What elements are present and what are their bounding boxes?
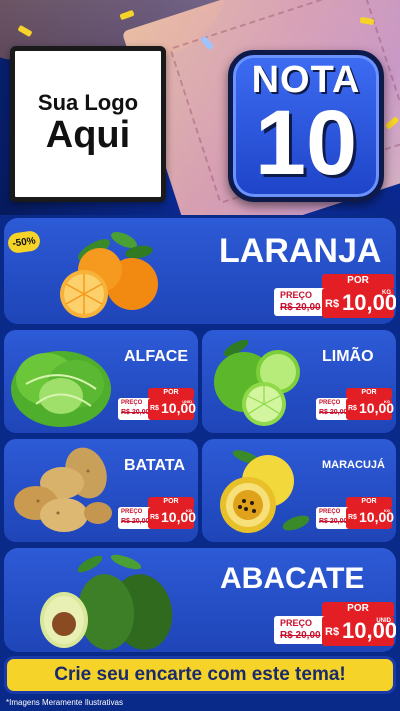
- new-price: R$ 10,00 KG: [346, 398, 394, 420]
- product-name: BATATA: [124, 457, 186, 474]
- por-label: POR: [346, 388, 392, 398]
- unit-label: KG: [382, 290, 391, 296]
- preco-label: PREÇO: [121, 400, 143, 406]
- product-name: LIMÃO: [322, 348, 374, 365]
- product-name: ABACATE: [220, 562, 365, 595]
- preco-label: PREÇO: [280, 618, 313, 628]
- nota-10-badge: NOTA 10: [228, 50, 384, 202]
- por-label: POR: [322, 274, 394, 288]
- logo-text-line2: Aqui: [45, 114, 131, 157]
- currency: R$: [325, 626, 340, 638]
- price-tag: POR PREÇO R$ 20,00 R$ 10,00 UNID: [118, 388, 196, 422]
- product-name: ALFACE: [124, 348, 188, 365]
- badge-number: 10: [254, 92, 358, 194]
- old-price: R$ 20,00: [280, 302, 321, 313]
- por-label: POR: [346, 497, 392, 507]
- product-card-batata[interactable]: BATATA POR PREÇO R$ 20,00 R$ 10,00 KG: [4, 439, 198, 542]
- old-price: R$ 20,00: [280, 630, 321, 641]
- unit-label: UNID: [182, 399, 192, 404]
- preco-label: PREÇO: [319, 400, 341, 406]
- old-price: R$ 20,00: [121, 409, 150, 416]
- product-card-limao[interactable]: LIMÃO POR PREÇO R$ 20,00 R$ 10,00 KG: [202, 330, 396, 433]
- old-price: R$ 20,00: [319, 409, 348, 416]
- product-card-maracuja[interactable]: MARACUJÁ POR PREÇO R$ 20,00 R$ 10,00 KG: [202, 439, 396, 542]
- logo-placeholder[interactable]: Sua Logo Aqui: [10, 46, 166, 202]
- unit-label: UNID: [376, 618, 391, 624]
- new-price: R$ 10,00 KG: [148, 507, 196, 529]
- new-price: R$ 10,00 KG: [322, 288, 396, 318]
- unit-label: KG: [186, 508, 192, 513]
- por-label: POR: [148, 497, 194, 507]
- passion-fruit-icon: [220, 450, 310, 533]
- avocado-icon: [40, 554, 173, 650]
- currency: R$: [325, 298, 340, 310]
- footnote: *Imagens Meramente Ilustrativas: [6, 698, 123, 707]
- lettuce-icon: [11, 351, 111, 427]
- old-price: R$ 20,00: [319, 518, 348, 525]
- potato-icon: [14, 447, 112, 532]
- por-label: POR: [322, 602, 394, 616]
- currency: R$: [348, 514, 357, 521]
- new-price: R$ 10,00 UNID: [148, 398, 196, 420]
- currency: R$: [150, 405, 159, 412]
- product-name: LARANJA: [219, 232, 382, 270]
- old-price: R$ 20,00: [121, 518, 150, 525]
- cta-banner[interactable]: Crie seu encarte com este tema!: [4, 656, 396, 694]
- price-tag: POR PREÇO R$ 20,00 R$ 10,00 UNID: [274, 602, 396, 646]
- new-price: R$ 10,00 UNID: [322, 616, 396, 646]
- product-card-laranja[interactable]: LARANJA POR PREÇO R$ 20,00 R$ 10,00 KG: [4, 218, 396, 324]
- preco-label: PREÇO: [319, 509, 341, 515]
- currency: R$: [150, 514, 159, 521]
- product-card-abacate[interactable]: ABACATE POR PREÇO R$ 20,00 R$ 10,00 UNID: [4, 548, 396, 652]
- orange-fruit-icon: [60, 231, 158, 318]
- preco-label: PREÇO: [121, 509, 143, 515]
- logo-text-line1: Sua Logo: [37, 90, 139, 115]
- product-name: MARACUJÁ: [322, 459, 385, 471]
- lime-icon: [214, 339, 300, 426]
- unit-label: KG: [384, 399, 390, 404]
- price-tag: POR PREÇO R$ 20,00 R$ 10,00 KG: [316, 388, 394, 422]
- header-banner: Sua Logo Aqui NOTA 10: [0, 0, 400, 215]
- price-tag: POR PREÇO R$ 20,00 R$ 10,00 KG: [118, 497, 196, 531]
- currency: R$: [348, 405, 357, 412]
- preco-label: PREÇO: [280, 290, 313, 300]
- unit-label: KG: [384, 508, 390, 513]
- price-tag: POR PREÇO R$ 20,00 R$ 10,00 KG: [316, 497, 394, 531]
- por-label: POR: [148, 388, 194, 398]
- product-card-alface[interactable]: ALFACE POR PREÇO R$ 20,00 R$ 10,00 UNID: [4, 330, 198, 433]
- price-tag: POR PREÇO R$ 20,00 R$ 10,00 KG: [274, 274, 396, 318]
- new-price: R$ 10,00 KG: [346, 507, 394, 529]
